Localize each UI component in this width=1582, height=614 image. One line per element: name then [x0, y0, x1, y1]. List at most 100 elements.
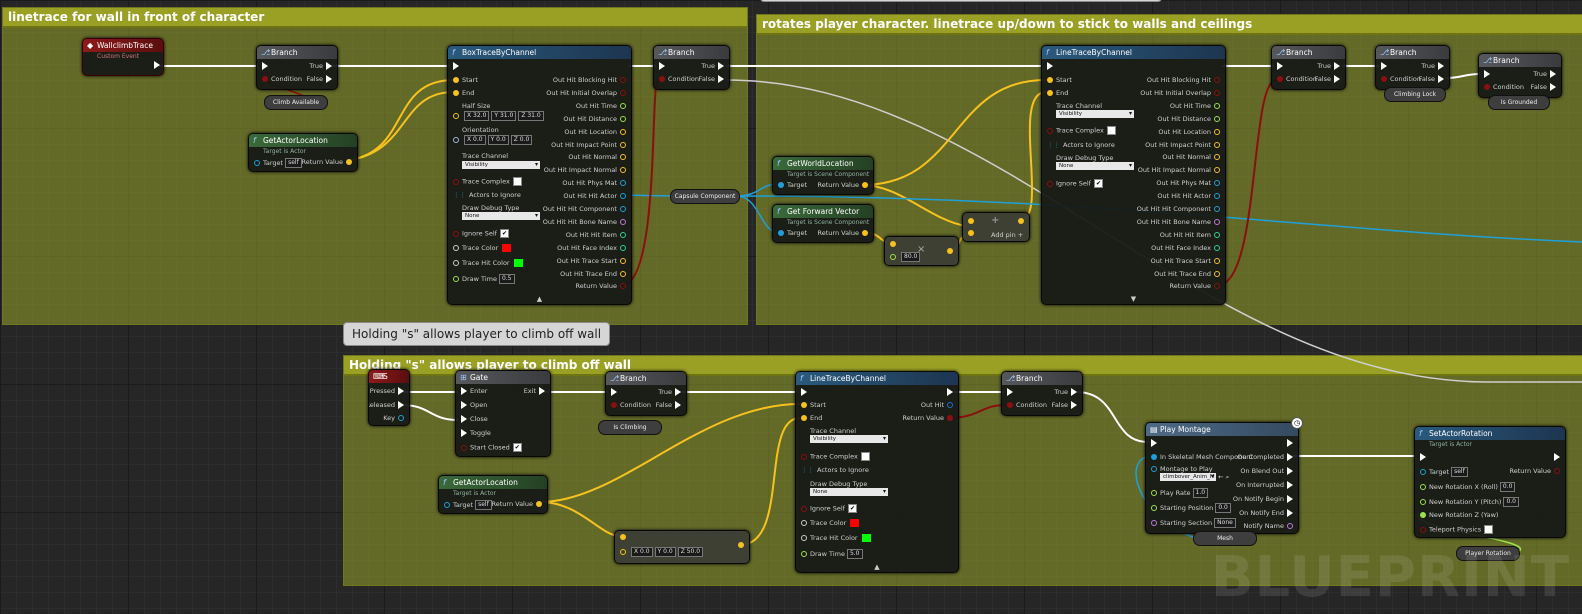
false-pin[interactable]: False — [1531, 83, 1559, 92]
play-montage-node[interactable]: ▤ Play Montage In Skeletal Mesh Component… — [1145, 422, 1299, 534]
trace-color-pin[interactable]: Trace Color — [450, 244, 512, 253]
var-capsule-component[interactable]: Capsule Component — [670, 189, 740, 204]
true-pin[interactable]: True — [1533, 70, 1559, 79]
condition-pin[interactable]: Condition — [1004, 401, 1047, 410]
true-pin[interactable]: True — [1317, 62, 1343, 71]
checkbox[interactable] — [512, 177, 522, 186]
output-pin[interactable]: Out Hit Location — [564, 128, 629, 137]
exec-in-pin[interactable] — [450, 62, 462, 71]
b-pin[interactable]: X 0.0 Y 0.0 Z 50.0 — [617, 547, 704, 557]
false-pin[interactable]: False — [1315, 75, 1343, 84]
exec-in-pin[interactable] — [1148, 439, 1160, 448]
ignore-self-pin[interactable]: Ignore Self ✔ — [450, 229, 509, 239]
pin-value[interactable]: 1.0 — [1192, 488, 1209, 498]
true-pin[interactable]: True — [658, 388, 684, 397]
on-notify-begin-pin[interactable]: On Notify Begin — [1233, 495, 1296, 504]
output-pin[interactable]: Out Hit Face Index — [1151, 244, 1223, 253]
exec-in-pin[interactable] — [1044, 62, 1056, 71]
var-mesh[interactable]: Mesh — [1193, 531, 1257, 546]
starting-section-pin[interactable]: Starting Section None — [1148, 518, 1236, 528]
pin-value[interactable]: 5.0 — [846, 549, 863, 559]
output-pin[interactable]: Out Hit Face Index — [557, 244, 629, 253]
trace-color-pin[interactable]: Trace Color — [798, 519, 860, 528]
vector-add-node[interactable]: X 0.0 Y 0.0 Z 50.0 — [614, 530, 750, 564]
output-pin[interactable]: Out Hit Trace End — [1154, 270, 1223, 279]
notify-name-pin[interactable]: Notify Name — [1244, 522, 1296, 531]
get-actor-location-node[interactable]: f GetActorLocation Target is Actor Target… — [248, 133, 358, 172]
add-node[interactable]: + Add pin + — [962, 212, 1030, 242]
output-pin[interactable]: Out Hit Initial Overlap — [1140, 89, 1223, 98]
exec-in-pin[interactable] — [656, 62, 668, 71]
true-pin[interactable]: True — [1054, 388, 1080, 397]
pin-value[interactable]: 0.5 — [498, 274, 515, 284]
orientation-x[interactable]: 0.0 — [473, 136, 483, 143]
return-value-pin[interactable]: Return Value — [903, 414, 957, 423]
checkbox-checked[interactable]: ✔ — [847, 504, 857, 513]
on-interrupted-pin[interactable]: On Interrupted — [1236, 481, 1296, 490]
branch-node-7[interactable]: ⎇ Branch True Condition False — [1001, 371, 1083, 416]
a-pin[interactable] — [965, 217, 977, 226]
starting-position-pin[interactable]: Starting Position 0.0 — [1148, 503, 1231, 513]
output-pin[interactable]: Out Hit Blocking Hit — [1147, 76, 1223, 85]
result-pin[interactable] — [1015, 217, 1027, 226]
true-pin[interactable]: True — [701, 62, 727, 71]
condition-pin[interactable]: Condition — [656, 75, 699, 84]
trace-complex-pin[interactable]: Trace Complex — [798, 452, 870, 462]
condition-pin[interactable]: Condition — [1481, 83, 1524, 92]
expand-arrow-icon[interactable]: ▲ — [448, 295, 631, 303]
line-trace-node-top[interactable]: f LineTraceByChannel Start End Trace Chan… — [1041, 45, 1226, 305]
result-pin[interactable] — [944, 247, 956, 256]
yaw-pin[interactable]: New Rotation Z (Yaw) — [1417, 511, 1498, 520]
trace-channel-dropdown[interactable]: Visibility — [1056, 110, 1134, 119]
trace-channel-dropdown[interactable]: Visibility — [462, 161, 540, 170]
roll-pin[interactable]: New Rotation X (Roll) 0.0 — [1417, 482, 1516, 492]
draw-time-pin[interactable]: Draw Time 0.5 — [450, 274, 515, 284]
orientation-pin[interactable]: X 0.0 Y 0.0 Z 0.0 — [450, 135, 533, 145]
exec-in-pin[interactable] — [1417, 453, 1429, 462]
checkbox[interactable] — [1484, 525, 1494, 534]
play-rate-pin[interactable]: Play Rate 1.0 — [1148, 488, 1209, 498]
output-pin[interactable]: Out Hit Impact Point — [1145, 141, 1223, 150]
false-pin[interactable]: False — [699, 75, 727, 84]
actors-to-ignore-pin[interactable]: ⋮⋮ Actors to Ignore — [1044, 141, 1115, 150]
output-pin[interactable]: Out Hit Distance — [1157, 115, 1223, 124]
output-pin[interactable]: Out Hit Impact Point — [551, 141, 629, 150]
pin-value[interactable]: None — [1214, 518, 1236, 528]
target-pin[interactable]: Target self — [251, 158, 302, 168]
start-pin[interactable]: Start — [798, 401, 826, 410]
start-closed-pin[interactable]: Start Closed ✔ — [458, 443, 522, 453]
output-pin[interactable]: Out Hit Trace End — [560, 270, 629, 279]
trace-complex-pin[interactable]: Trace Complex — [1044, 126, 1116, 136]
ignore-self-pin[interactable]: Ignore Self ✔ — [798, 504, 857, 514]
output-pin[interactable]: Out Hit Hit Component — [543, 205, 629, 214]
output-pin[interactable]: Out Hit Hit Item — [566, 231, 629, 240]
branch-node-3[interactable]: ⎇ Branch True Condition False — [1271, 45, 1346, 90]
add-pin-button[interactable]: Add pin + — [991, 231, 1023, 240]
output-pin[interactable]: Out Hit Distance — [563, 115, 629, 124]
output-pin[interactable]: Out Hit Impact Normal — [1138, 166, 1223, 175]
exec-out-pin[interactable] — [151, 61, 163, 70]
true-pin[interactable]: True — [1421, 62, 1447, 71]
target-pin[interactable]: Target self — [1417, 467, 1468, 477]
pin-value[interactable]: self — [1451, 467, 1468, 477]
trace-hit-color-pin[interactable]: Trace Hit Color — [798, 534, 871, 543]
output-pin[interactable]: Out Hit Hit Bone Name — [1137, 218, 1223, 227]
exec-in-pin[interactable] — [259, 62, 271, 71]
toggle-pin[interactable]: Toggle — [458, 429, 491, 438]
exec-in-pin[interactable] — [1481, 70, 1493, 79]
draw-debug-dropdown[interactable]: None — [1056, 162, 1134, 171]
on-completed-pin[interactable]: On Completed — [1237, 453, 1296, 462]
vector-y[interactable]: 0.0 — [663, 548, 673, 555]
target-pin[interactable]: Target — [775, 229, 807, 238]
orientation-z[interactable]: 0.0 — [520, 136, 530, 143]
checkbox-checked[interactable]: ✔ — [1093, 179, 1103, 188]
exec-out-pin[interactable] — [1551, 453, 1563, 462]
output-pin[interactable]: Out Hit Hit Actor — [563, 192, 629, 201]
exec-in-pin[interactable] — [608, 388, 620, 397]
box-trace-node[interactable]: f BoxTraceByChannel Start End Half Size X… — [447, 45, 632, 305]
key-pin[interactable]: Key — [383, 414, 407, 423]
out-hit-pin[interactable]: Out Hit — [921, 401, 956, 410]
half-size-y[interactable]: 31.0 — [500, 112, 513, 119]
condition-pin[interactable]: Condition — [1378, 75, 1421, 84]
branch-node-4[interactable]: ⎇ Branch True Condition False — [1375, 45, 1450, 90]
